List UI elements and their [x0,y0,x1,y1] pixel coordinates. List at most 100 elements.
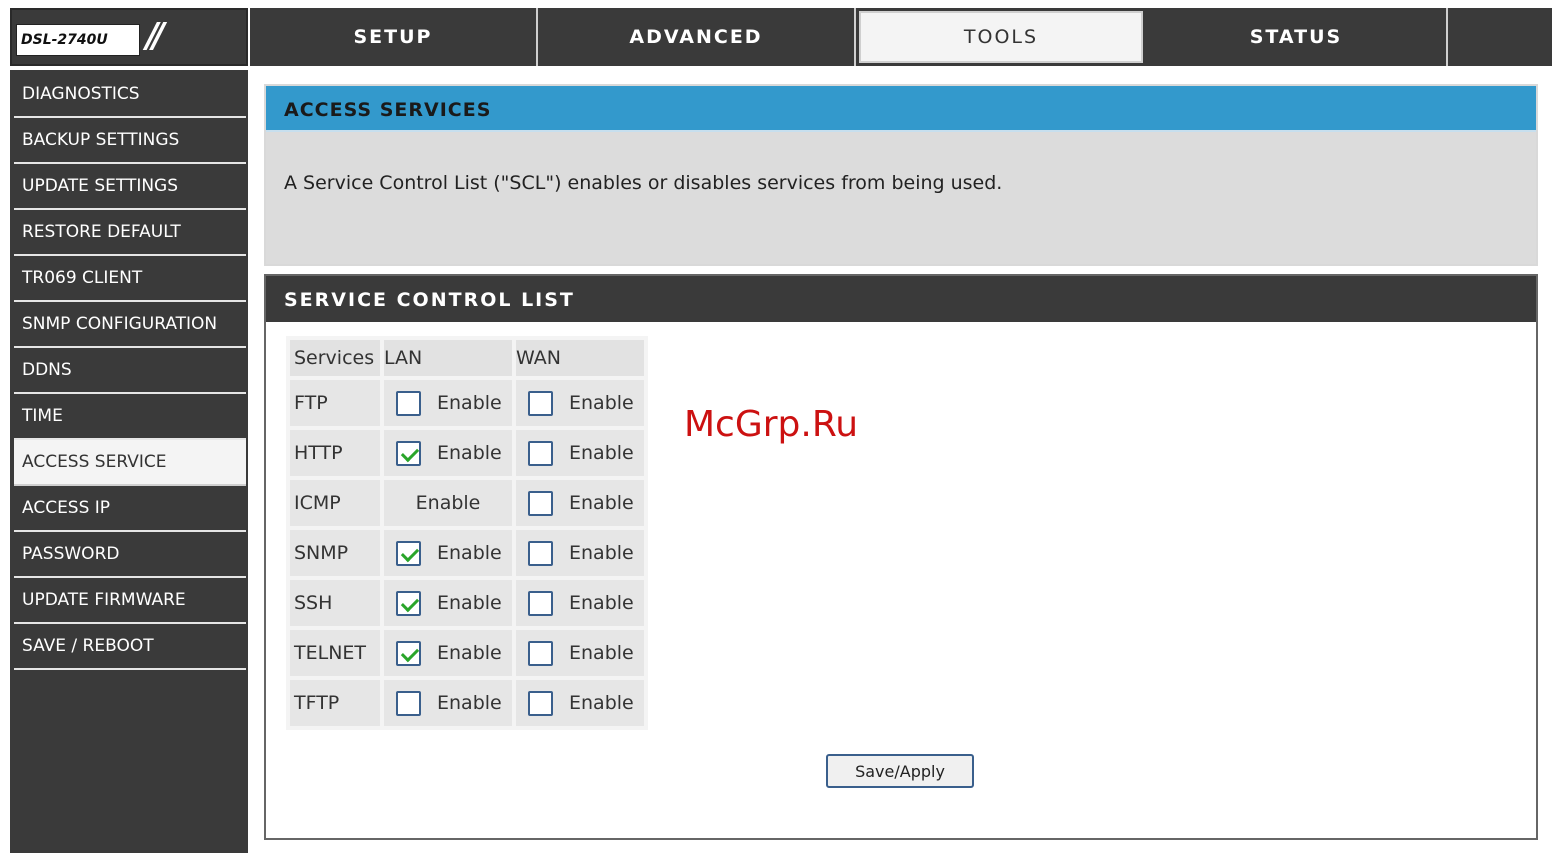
wan-enable-label: Enable [569,642,634,664]
header-wan: WAN [516,340,644,376]
lan-enable-option: Enable [384,590,512,616]
sidebar-item-password[interactable]: PASSWORD [14,532,246,578]
wan-enable-option: Enable [516,690,644,716]
sidebar-item-access-service[interactable]: ACCESS SERVICE [14,440,246,486]
top-nav: SETUP ADVANCED TOOLS STATUS [250,8,1552,66]
lan-enable-label: Enable [437,542,502,564]
sidebar-item-snmp-configuration[interactable]: SNMP CONFIGURATION [14,302,246,348]
sidebar-item-tr069-client[interactable]: TR069 CLIENT [14,256,246,302]
wan-enable-checkbox[interactable] [528,640,553,666]
table-row: SSH Enable Enable [290,580,644,626]
service-name: HTTP [290,430,380,476]
wan-enable-checkbox[interactable] [528,590,553,616]
lan-enable-checkbox[interactable] [396,540,421,566]
wan-enable-checkbox[interactable] [528,440,553,466]
service-name: TELNET [290,630,380,676]
table-row: SNMP Enable Enable [290,530,644,576]
sidebar-item-update-firmware[interactable]: UPDATE FIRMWARE [14,578,246,624]
service-name: FTP [290,380,380,426]
lan-cell: Enable [384,430,512,476]
lan-cell: Enable [384,480,512,526]
wan-enable-label: Enable [569,392,634,414]
logo: DSL-2740U // [10,8,248,66]
wan-enable-label: Enable [569,692,634,714]
wan-cell: Enable [516,480,644,526]
watermark-text: McGrp.Ru [684,404,859,445]
wan-enable-option: Enable [516,540,644,566]
sidebar-item-access-ip[interactable]: ACCESS IP [14,486,246,532]
sidebar-item-update-settings[interactable]: UPDATE SETTINGS [14,164,246,210]
lan-enable-label: Enable [437,592,502,614]
service-name: ICMP [290,480,380,526]
lan-enable-option: Enable [384,540,512,566]
tab-tools[interactable]: TOOLS [856,8,1146,66]
sidebar-item-time[interactable]: TIME [14,394,246,440]
wan-enable-option: Enable [516,490,644,516]
sidebar-item-diagnostics[interactable]: DIAGNOSTICS [14,72,246,118]
lan-enable-label: Enable [437,442,502,464]
wan-enable-option: Enable [516,590,644,616]
wan-enable-label: Enable [569,492,634,514]
lan-enable-option: Enable [384,390,512,416]
lan-enable-checkbox[interactable] [396,390,421,416]
lan-enable-label: Enable [415,492,481,514]
wan-cell: Enable [516,580,644,626]
header-services: Services [290,340,380,376]
wan-cell: Enable [516,530,644,576]
sidebar-item-restore-default[interactable]: RESTORE DEFAULT [14,210,246,256]
sidebar-item-save-reboot[interactable]: SAVE / REBOOT [14,624,246,670]
sidebar-item-ddns[interactable]: DDNS [14,348,246,394]
wan-enable-label: Enable [569,592,634,614]
lan-enable-label: Enable [437,642,502,664]
lan-cell: Enable [384,530,512,576]
service-control-list-title: SERVICE CONTROL LIST [266,276,1536,322]
lan-enable-checkbox[interactable] [396,590,421,616]
header-lan: LAN [384,340,512,376]
lan-enable-option: Enable [384,440,512,466]
wan-enable-label: Enable [569,542,634,564]
wan-enable-option: Enable [516,390,644,416]
lan-cell: Enable [384,630,512,676]
sidebar-item-backup-settings[interactable]: BACKUP SETTINGS [14,118,246,164]
service-name: SSH [290,580,380,626]
lan-enable-option: Enable [384,690,512,716]
lan-cell: Enable [384,580,512,626]
table-row: HTTP Enable Enable [290,430,644,476]
tab-help[interactable] [1448,8,1552,66]
wan-enable-label: Enable [569,442,634,464]
save-apply-button[interactable]: Save/Apply [826,754,974,788]
wan-enable-checkbox[interactable] [528,690,553,716]
service-name: SNMP [290,530,380,576]
tab-status[interactable]: STATUS [1146,8,1448,66]
service-rows: FTP Enable Enable HTTP Enable Enable ICMP Enabl… [290,380,644,726]
access-services-panel: ACCESS SERVICES A Service Control List (… [264,84,1538,266]
wan-cell: Enable [516,380,644,426]
access-services-description: A Service Control List ("SCL") enables o… [284,172,1003,194]
lan-enable-option: Enable [384,640,512,666]
logo-slashes-icon: // [146,16,165,56]
wan-enable-checkbox[interactable] [528,490,553,516]
wan-enable-checkbox[interactable] [528,390,553,416]
lan-enable-checkbox[interactable] [396,640,421,666]
table-row: ICMP Enable Enable [290,480,644,526]
table-row: FTP Enable Enable [290,380,644,426]
main-content: ACCESS SERVICES A Service Control List (… [250,70,1552,853]
wan-cell: Enable [516,680,644,726]
sidebar: DIAGNOSTICS BACKUP SETTINGS UPDATE SETTI… [10,70,248,853]
lan-enable-checkbox[interactable] [396,440,421,466]
service-name: TFTP [290,680,380,726]
model-label: DSL-2740U [16,24,140,56]
table-header-row: Services LAN WAN [290,340,644,376]
lan-enable-label: Enable [437,692,502,714]
wan-cell: Enable [516,630,644,676]
tab-setup[interactable]: SETUP [250,8,538,66]
tab-advanced[interactable]: ADVANCED [538,8,856,66]
lan-enable-checkbox[interactable] [396,690,421,716]
table-row: TFTP Enable Enable [290,680,644,726]
lan-enable-label: Enable [437,392,502,414]
service-control-list-panel: SERVICE CONTROL LIST Services LAN WAN FT… [264,274,1538,840]
wan-enable-option: Enable [516,440,644,466]
wan-enable-checkbox[interactable] [528,540,553,566]
table-row: TELNET Enable Enable [290,630,644,676]
header: DSL-2740U // SETUP ADVANCED TOOLS STATUS [0,0,1552,68]
